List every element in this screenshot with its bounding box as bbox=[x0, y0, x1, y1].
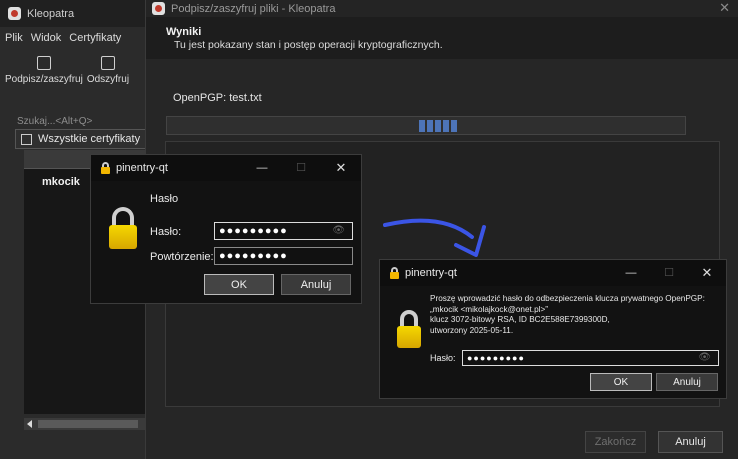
minimize-icon[interactable]: — bbox=[612, 260, 650, 286]
menu-certificates[interactable]: Certyfikaty bbox=[69, 32, 121, 44]
pinentry-title: pinentry-qt bbox=[116, 162, 168, 174]
message-line: „mkocik <mikolajkock@onet.pl>” bbox=[430, 304, 548, 314]
certificate-filter[interactable]: Wszystkie certyfikaty bbox=[15, 129, 150, 149]
kleopatra-dialog-icon bbox=[152, 2, 165, 15]
progress-chunk bbox=[451, 120, 457, 132]
menu-file[interactable]: Plik bbox=[5, 32, 23, 44]
dialog-close-icon[interactable]: ✕ bbox=[719, 0, 730, 16]
message-line: klucz 3072-bitowy RSA, ID BC2E588E739930… bbox=[430, 315, 610, 324]
progress-chunk bbox=[419, 120, 425, 132]
progress-bar bbox=[166, 116, 686, 135]
certificate-filter-label: Wszystkie certyfikaty bbox=[38, 133, 141, 145]
password-label: Hasło: bbox=[150, 226, 182, 238]
certificate-list-item[interactable]: mkocik bbox=[42, 176, 80, 188]
minimize-icon[interactable]: — bbox=[243, 155, 281, 181]
lock-icon bbox=[390, 267, 399, 279]
decrypt-toolbar-button[interactable]: Odszyfruj bbox=[87, 56, 129, 100]
password-label: Hasło: bbox=[430, 353, 456, 363]
ok-button[interactable]: OK bbox=[590, 373, 652, 391]
ok-button[interactable]: OK bbox=[204, 274, 274, 295]
show-password-icon[interactable]: 👁 bbox=[332, 225, 346, 236]
close-icon[interactable]: ✕ bbox=[688, 260, 726, 286]
maximize-icon: ☐ bbox=[296, 162, 306, 174]
operation-label: OpenPGP: test.txt bbox=[173, 92, 262, 104]
password-value: ●●●●●●●●● bbox=[219, 225, 288, 237]
repeat-password-input[interactable]: ●●●●●●●●● bbox=[214, 247, 353, 265]
repeat-password-value: ●●●●●●●●● bbox=[219, 250, 288, 262]
password-input[interactable]: ●●●●●●●●● 👁 bbox=[462, 350, 719, 366]
sign-encrypt-toolbar-button[interactable]: Podpisz/zaszyfruj bbox=[5, 56, 83, 100]
dialog-titlebar: Podpisz/zaszyfruj pliki - Kleopatra ✕ bbox=[146, 0, 738, 17]
scrollbar-thumb[interactable] bbox=[38, 420, 138, 428]
menu-view[interactable]: Widok bbox=[31, 32, 62, 44]
message-line: utworzony 2025-05-11. bbox=[430, 325, 514, 335]
main-titlebar: Kleopatra bbox=[0, 0, 150, 27]
message-line: Proszę wprowadzić hasło do odbezpieczeni… bbox=[430, 294, 705, 303]
results-subtitle: Tu jest pokazany stan i postęp operacji … bbox=[174, 39, 443, 51]
padlock-icon bbox=[109, 207, 137, 249]
repeat-label: Powtórzenie: bbox=[150, 251, 214, 263]
kleopatra-app-icon bbox=[8, 7, 21, 20]
unlock-message: Proszę wprowadzić hasło do odbezpieczeni… bbox=[430, 294, 722, 336]
main-toolbar: Podpisz/zaszyfruj Odszyfruj bbox=[0, 48, 150, 100]
horizontal-scrollbar[interactable] bbox=[24, 418, 150, 430]
show-password-icon[interactable]: 👁 bbox=[698, 352, 712, 363]
pinentry-unlock-key-window: pinentry-qt — ☐ ✕ Proszę wprowadzić hasł… bbox=[379, 259, 727, 399]
lock-icon bbox=[101, 162, 110, 174]
main-menubar: Plik Widok Certyfikaty bbox=[0, 27, 150, 48]
finish-button[interactable]: Zakończ bbox=[585, 431, 646, 453]
scroll-left-icon[interactable] bbox=[27, 420, 32, 428]
passphrase-heading: Hasło bbox=[150, 193, 179, 205]
results-header: Wyniki Tu jest pokazany stan i postęp op… bbox=[146, 17, 738, 59]
progress-chunk bbox=[443, 120, 449, 132]
sign-encrypt-label: Podpisz/zaszyfruj bbox=[5, 74, 83, 85]
main-window-title: Kleopatra bbox=[27, 7, 75, 20]
progress-chunk bbox=[427, 120, 433, 132]
pinentry-new-passphrase-window: pinentry-qt — ☐ ✕ Hasło Hasło: ●●●●●●●●●… bbox=[90, 154, 362, 304]
search-input[interactable]: Szukaj...<Alt+Q> bbox=[17, 116, 92, 127]
decrypt-label: Odszyfruj bbox=[86, 74, 130, 85]
close-icon[interactable]: ✕ bbox=[321, 155, 361, 181]
maximize-icon: ☐ bbox=[664, 267, 674, 279]
dialog-title: Podpisz/zaszyfruj pliki - Kleopatra bbox=[171, 2, 336, 15]
cancel-button[interactable]: Anuluj bbox=[281, 274, 351, 295]
sign-encrypt-icon bbox=[36, 56, 51, 70]
arrow-line bbox=[383, 218, 474, 239]
password-value: ●●●●●●●●● bbox=[467, 353, 525, 363]
dialog-cancel-button[interactable]: Anuluj bbox=[658, 431, 723, 453]
results-title: Wyniki bbox=[166, 26, 202, 38]
password-input[interactable]: ●●●●●●●●● 👁 bbox=[214, 222, 353, 240]
certificate-icon bbox=[21, 133, 32, 145]
pinentry-title: pinentry-qt bbox=[405, 267, 457, 279]
padlock-icon bbox=[397, 310, 421, 348]
cancel-button[interactable]: Anuluj bbox=[656, 373, 718, 391]
progress-chunk bbox=[435, 120, 441, 132]
decrypt-icon bbox=[100, 56, 115, 70]
